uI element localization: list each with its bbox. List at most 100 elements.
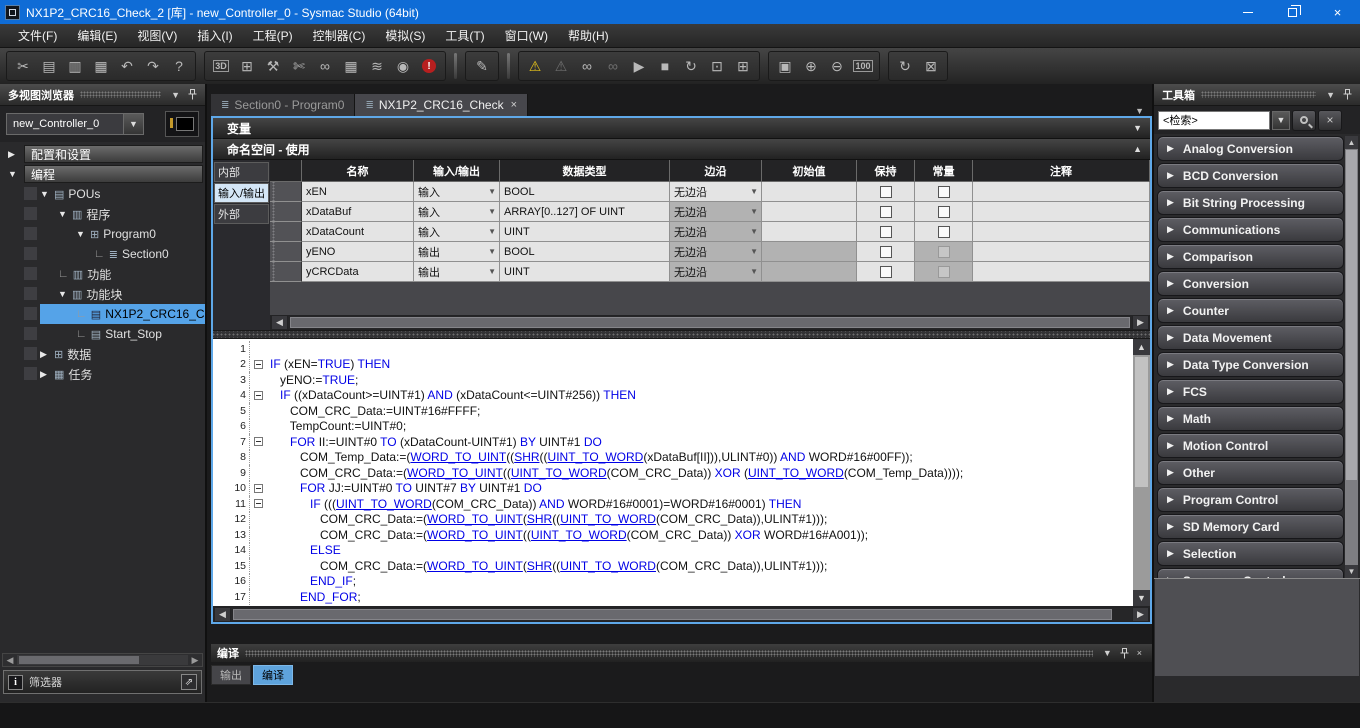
comment-cell[interactable] [973,242,1150,262]
build-tab-2[interactable]: 编译 [253,665,293,685]
constant-checkbox[interactable] [938,246,950,258]
edge-cell[interactable]: 无边沿▼ [670,222,762,242]
toolbox-category-communications[interactable]: ▶Communications [1157,217,1344,242]
toolbox-category-comparison[interactable]: ▶Comparison [1157,244,1344,269]
code-line-3[interactable]: 3 yENO:=TRUE; [213,372,1133,388]
synchronize-button[interactable]: ↻ [678,53,704,79]
menu-item-7[interactable]: 模拟(S) [375,24,435,47]
tree-item--[interactable]: ▼▥程序 [0,204,205,224]
fold-collapse-icon[interactable] [254,391,263,400]
constant-checkbox[interactable] [938,206,950,218]
dropdown-arrow-icon[interactable]: ▼ [488,187,496,196]
dropdown-arrow-icon[interactable]: ▼ [750,207,758,216]
tree-item-start-stop[interactable]: ∟▤Start_Stop [0,324,205,344]
tree-section-2[interactable]: ▼编程 [0,164,205,184]
copy-button[interactable]: ▤ [36,53,62,79]
edge-cell[interactable]: 无边沿▼ [670,242,762,262]
variable-name-cell[interactable]: xEN [302,182,414,202]
watch-window-button[interactable]: ∞ [312,53,338,79]
row-handle[interactable] [270,182,302,202]
code-line-1[interactable]: 1 [213,341,1133,357]
variable-name-cell[interactable]: yCRCData [302,262,414,282]
explorer-horizontal-scrollbar[interactable]: ◀ ▶ [2,653,203,667]
zoom-in-button[interactable]: ⊕ [798,53,824,79]
scroll-up-icon[interactable]: ▲ [1133,339,1150,355]
clear-search-button[interactable]: × [1318,110,1342,131]
column-header-5[interactable]: 初始值 [762,160,857,182]
chevron-collapsed-icon[interactable]: ▶ [40,369,50,380]
dropdown-arrow-icon[interactable]: ▼ [750,227,758,236]
scroll-thumb[interactable] [290,317,1130,328]
pin-icon[interactable] [184,89,201,100]
inout-cell[interactable]: 输入▼ [414,202,500,222]
chevron-down-icon[interactable]: ▼ [1322,90,1339,100]
dropdown-arrow-icon[interactable]: ▼ [488,227,496,236]
menu-item-1[interactable]: 文件(F) [8,24,67,47]
initial-value-cell[interactable] [762,202,857,222]
retain-checkbox[interactable] [880,266,892,278]
datatype-cell[interactable]: ARRAY[0..127] OF UINT [500,202,670,222]
search-all-button[interactable]: ◉ [390,53,416,79]
warning-list-button[interactable]: ⚠ [522,53,548,79]
datatype-cell[interactable]: BOOL [500,182,670,202]
paste-button[interactable]: ▥ [62,53,88,79]
variables-collapse-bar[interactable]: 变量 ▼ [213,118,1150,139]
program-mode-button[interactable]: ⊠ [918,53,944,79]
scroll-up-icon[interactable]: ▲ [1345,136,1358,149]
scroll-thumb[interactable] [1135,357,1148,487]
scroll-thumb[interactable] [19,656,139,664]
tree-item-program0[interactable]: ▼⊞Program0 [0,224,205,244]
edge-cell[interactable]: 无边沿▼ [670,182,762,202]
controller-select-arrow-icon[interactable]: ▼ [124,113,144,135]
edge-cell[interactable]: 无边沿▼ [670,202,762,222]
window-layout-button[interactable]: ⊞ [234,53,260,79]
zoom-fit-button[interactable]: ▣ [772,53,798,79]
toolbox-category-data-type-conversion[interactable]: ▶Data Type Conversion [1157,352,1344,377]
code-line-8[interactable]: 8 COM_Temp_Data:=(WORD_TO_UINT((SHR((UIN… [213,450,1133,466]
code-line-12[interactable]: 12 COM_CRC_Data:=(WORD_TO_UINT(SHR((UINT… [213,512,1133,528]
tree-item-section0[interactable]: ∟≣Section0 [0,244,205,264]
toolbox-category-conversion[interactable]: ▶Conversion [1157,271,1344,296]
variable-edit-button[interactable]: ✎ [469,53,495,79]
retain-checkbox[interactable] [880,226,892,238]
build-controller-button[interactable]: ⚒ [260,53,286,79]
io-map-button[interactable]: ≋ [364,53,390,79]
document-tab-2[interactable]: ≣NX1P2_CRC16_Check× [355,94,528,116]
inout-cell[interactable]: 输出▼ [414,262,500,282]
tree-section-1[interactable]: ▶配置和设置 [0,144,205,164]
code-line-2[interactable]: 2IF (xEN=TRUE) THEN [213,357,1133,373]
toolbox-category-fcs[interactable]: ▶FCS [1157,379,1344,404]
pin-icon[interactable] [1339,89,1356,100]
menu-item-2[interactable]: 编辑(E) [67,24,127,47]
column-header-7[interactable]: 常量 [915,160,973,182]
tree-item--[interactable]: ∟▥功能 [0,264,205,284]
tree-item--[interactable]: ▶▦任务 [0,364,205,384]
editor-horizontal-scrollbar[interactable]: ◀ ▶ [213,606,1150,622]
datatype-cell[interactable]: UINT [500,222,670,242]
column-header-8[interactable]: 注释 [973,160,1150,182]
undo-button[interactable]: ↶ [114,53,140,79]
pane-splitter[interactable] [213,330,1150,339]
column-header-1[interactable]: 名称 [302,160,414,182]
fold-collapse-icon[interactable] [254,484,263,493]
row-handle[interactable] [270,242,302,262]
expand-down-icon[interactable]: ▼ [1133,123,1142,133]
chevron-expanded-icon[interactable]: ▼ [58,289,68,299]
scope-tab-2[interactable]: 输入/输出 [214,183,269,203]
cut-button[interactable]: ✂ [10,53,36,79]
code-line-5[interactable]: 5 COM_CRC_Data:=UINT#16#FFFF; [213,403,1133,419]
row-handle[interactable] [270,222,302,242]
inout-cell[interactable]: 输入▼ [414,182,500,202]
column-header-3[interactable]: 数据类型 [500,160,670,182]
initial-value-cell[interactable] [762,222,857,242]
code-line-4[interactable]: 4 IF ((xDataCount>=UINT#1) AND (xDataCou… [213,388,1133,404]
inout-cell[interactable]: 输出▼ [414,242,500,262]
tree-item--[interactable]: ▼▥功能块 [0,284,205,304]
code-line-14[interactable]: 14 ELSE [213,543,1133,559]
column-header-2[interactable]: 输入/输出 [414,160,500,182]
menu-item-8[interactable]: 工具(T) [435,24,494,47]
scroll-left-icon[interactable]: ◀ [272,316,287,329]
retain-checkbox[interactable] [880,186,892,198]
collapse-up-icon[interactable]: ▲ [1133,144,1142,154]
run-mode-button[interactable]: ↻ [892,53,918,79]
